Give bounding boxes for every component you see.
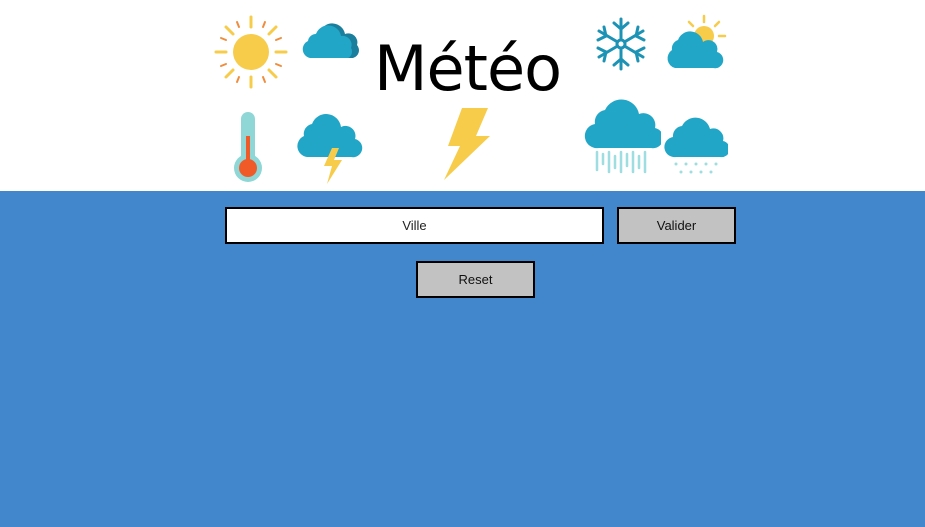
validate-button[interactable]: Valider bbox=[617, 207, 736, 244]
page-title: Météo bbox=[374, 32, 562, 105]
thermometer-icon bbox=[234, 112, 262, 182]
sun-icon bbox=[214, 15, 288, 89]
sun-cloud-icon bbox=[667, 14, 727, 69]
lightning-icon bbox=[444, 108, 490, 180]
rain-cloud-icon bbox=[584, 99, 661, 174]
snow-cloud-icon bbox=[664, 117, 728, 174]
storm-cloud-icon bbox=[297, 114, 363, 184]
reset-button[interactable]: Reset bbox=[416, 261, 535, 298]
header-banner: Météo bbox=[0, 0, 925, 191]
cloud-icon bbox=[302, 23, 359, 58]
snowflake-icon bbox=[596, 17, 646, 71]
city-input[interactable] bbox=[225, 207, 604, 244]
